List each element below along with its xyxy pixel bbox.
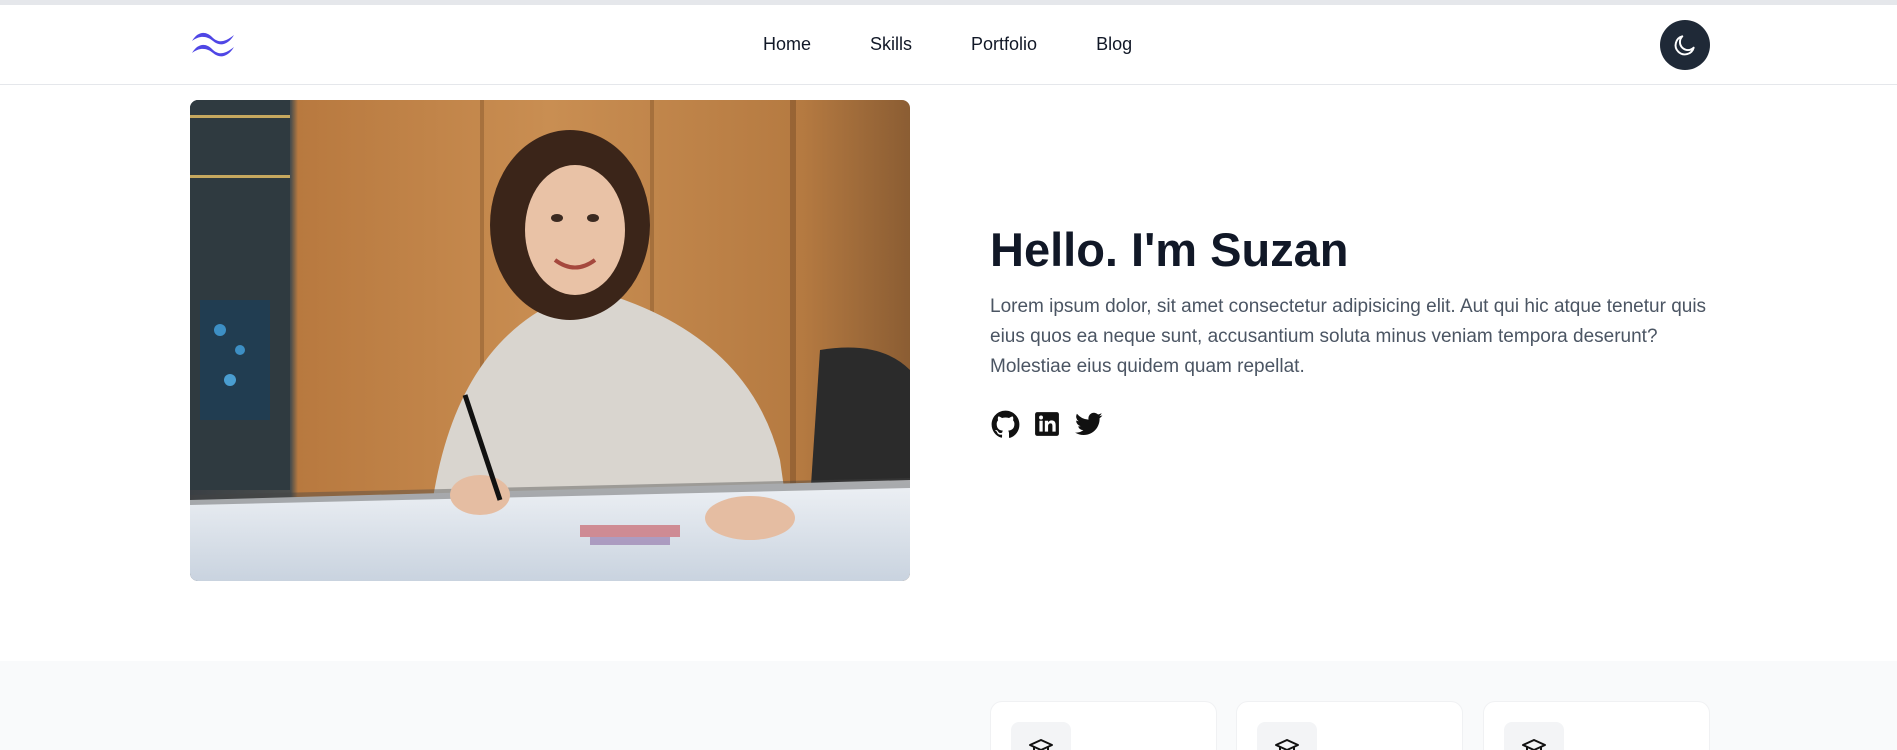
github-link[interactable]	[990, 409, 1020, 439]
graduation-cap-icon	[1275, 739, 1299, 750]
main-nav: Home Skills Portfolio Blog	[763, 33, 1132, 55]
hero-content: Hello. I'm Suzan Lorem ipsum dolor, sit …	[990, 222, 1720, 439]
github-icon	[991, 410, 1019, 438]
feature-icon-box	[1011, 722, 1071, 750]
graduation-cap-icon	[1522, 739, 1546, 750]
theme-toggle-button[interactable]	[1660, 20, 1710, 70]
navbar: Home Skills Portfolio Blog	[0, 5, 1897, 85]
features-section	[0, 661, 1897, 750]
linkedin-icon	[1035, 412, 1059, 436]
hero-title: Hello. I'm Suzan	[990, 223, 1349, 276]
logo[interactable]	[190, 29, 236, 59]
feature-icon-box	[1504, 722, 1564, 750]
feature-card	[1483, 701, 1710, 750]
moon-icon	[1674, 35, 1695, 56]
twitter-link[interactable]	[1074, 409, 1104, 439]
nav-skills[interactable]: Skills	[870, 33, 912, 55]
twitter-icon	[1075, 412, 1103, 435]
nav-portfolio[interactable]: Portfolio	[971, 33, 1037, 55]
feature-card	[1236, 701, 1463, 750]
tailwind-logo-icon	[192, 32, 234, 57]
hero-description: Lorem ipsum dolor, sit amet consectetur …	[990, 296, 1707, 377]
graduation-cap-icon	[1029, 739, 1053, 750]
feature-icon-box	[1257, 722, 1317, 750]
nav-blog[interactable]: Blog	[1096, 33, 1132, 55]
hero-image	[190, 100, 910, 581]
feature-card	[990, 701, 1217, 750]
social-links	[990, 409, 1720, 439]
linkedin-link[interactable]	[1032, 409, 1062, 439]
hero-photo	[190, 100, 910, 581]
nav-home[interactable]: Home	[763, 33, 811, 55]
